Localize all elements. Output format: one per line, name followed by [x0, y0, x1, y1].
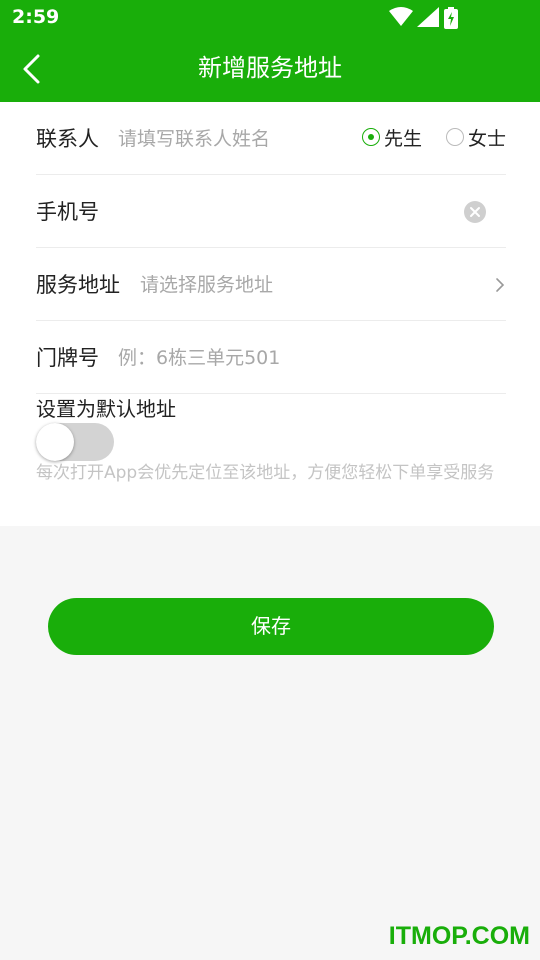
clear-icon[interactable] [464, 201, 486, 223]
contact-name-input[interactable]: 请填写联系人姓名 [118, 124, 270, 151]
address-form: 联系人 请填写联系人姓名 先生 女士 手机号 服务地址 请选择服务地址 门牌号 … [0, 102, 540, 526]
page-title: 新增服务地址 [198, 54, 342, 82]
phone-row: 手机号 [36, 175, 506, 248]
radio-selected-icon [362, 128, 380, 146]
doorplate-input[interactable]: 例：6栋三单元501 [118, 343, 280, 370]
toggle-knob [36, 423, 74, 461]
chevron-right-icon [496, 278, 505, 292]
doorplate-label: 门牌号 [36, 346, 99, 370]
radio-unselected-icon [446, 128, 464, 146]
battery-icon [444, 7, 458, 29]
contact-row: 联系人 请填写联系人姓名 先生 女士 [36, 102, 506, 175]
radio-mr[interactable]: 先生 [362, 126, 423, 150]
app-bar: 新增服务地址 [0, 36, 540, 102]
default-address-title: 设置为默认地址 [36, 397, 176, 421]
radio-ms[interactable]: 女士 [446, 126, 507, 150]
wifi-icon [389, 7, 413, 26]
radio-ms-label: 女士 [468, 127, 507, 150]
save-button[interactable]: 保存 [48, 598, 494, 655]
address-label: 服务地址 [36, 273, 120, 297]
doorplate-row: 门牌号 例：6栋三单元501 [36, 321, 506, 394]
contact-label: 联系人 [36, 127, 99, 151]
signal-icon [417, 7, 439, 27]
phone-label: 手机号 [36, 200, 99, 224]
status-bar: 2:59 [0, 0, 540, 36]
radio-mr-label: 先生 [384, 127, 423, 150]
address-row[interactable]: 服务地址 请选择服务地址 [36, 248, 506, 321]
default-address-toggle[interactable] [36, 423, 114, 461]
default-address-hint: 每次打开App会优先定位至该地址，方便您轻松下单享受服务 [36, 463, 495, 483]
address-select[interactable]: 请选择服务地址 [140, 270, 273, 297]
status-time: 2:59 [12, 6, 60, 28]
watermark: ITMOP.COM [388, 922, 530, 950]
